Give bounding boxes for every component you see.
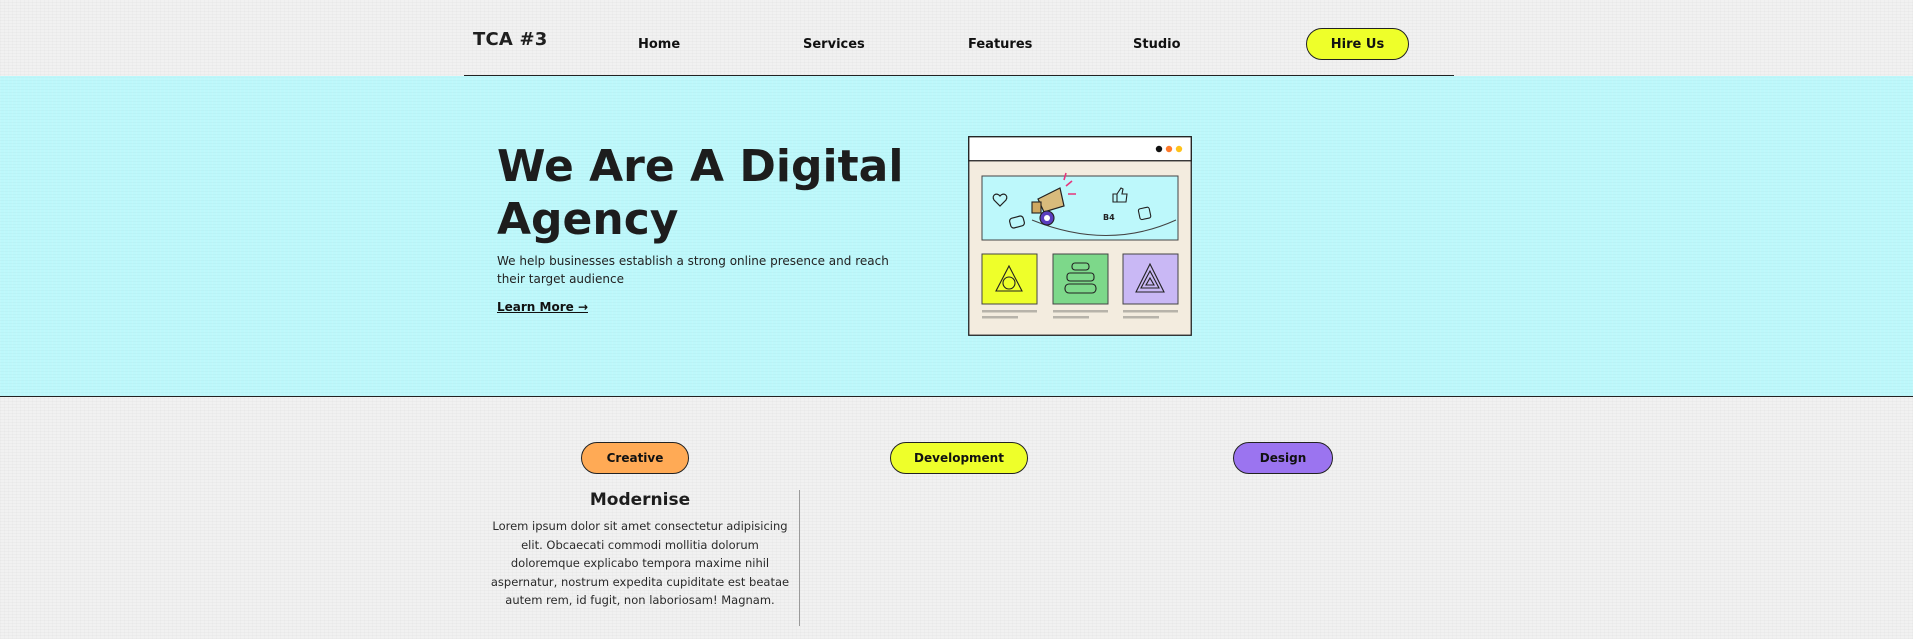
hero-subtitle: We help businesses establish a strong on… — [497, 254, 889, 286]
hero-section: We Are A Digital Agency We help business… — [0, 76, 1913, 397]
nav-link-services[interactable]: Services — [803, 37, 865, 52]
window-dot-icon — [1155, 145, 1163, 153]
nav-link-studio[interactable]: Studio — [1133, 37, 1181, 52]
card-divider — [799, 490, 800, 626]
card-description: Lorem ipsum dolor sit amet consectetur a… — [490, 519, 790, 607]
hero-title: We Are A Digital Agency — [497, 141, 904, 245]
nav-link-home[interactable]: Home — [638, 37, 680, 52]
browser-illustration: B4 — [968, 136, 1192, 336]
window-dot-icon — [1175, 145, 1183, 153]
tag-creative[interactable]: Creative — [581, 442, 689, 474]
nav-link-features[interactable]: Features — [968, 37, 1032, 52]
page: TCA #3 Home Services Features Studio Hir… — [0, 0, 1913, 639]
hire-us-button[interactable]: Hire Us — [1306, 28, 1409, 60]
illustration-badge: B4 — [1103, 213, 1115, 222]
tag-development[interactable]: Development — [890, 442, 1028, 474]
site-logo[interactable]: TCA #3 — [473, 29, 548, 50]
learn-more-link[interactable]: Learn More → — [497, 300, 588, 314]
tag-design[interactable]: Design — [1233, 442, 1333, 474]
window-dot-icon — [1165, 145, 1173, 153]
top-navigation: TCA #3 Home Services Features Studio Hir… — [464, 0, 1454, 76]
card-title: Modernise — [589, 490, 691, 510]
